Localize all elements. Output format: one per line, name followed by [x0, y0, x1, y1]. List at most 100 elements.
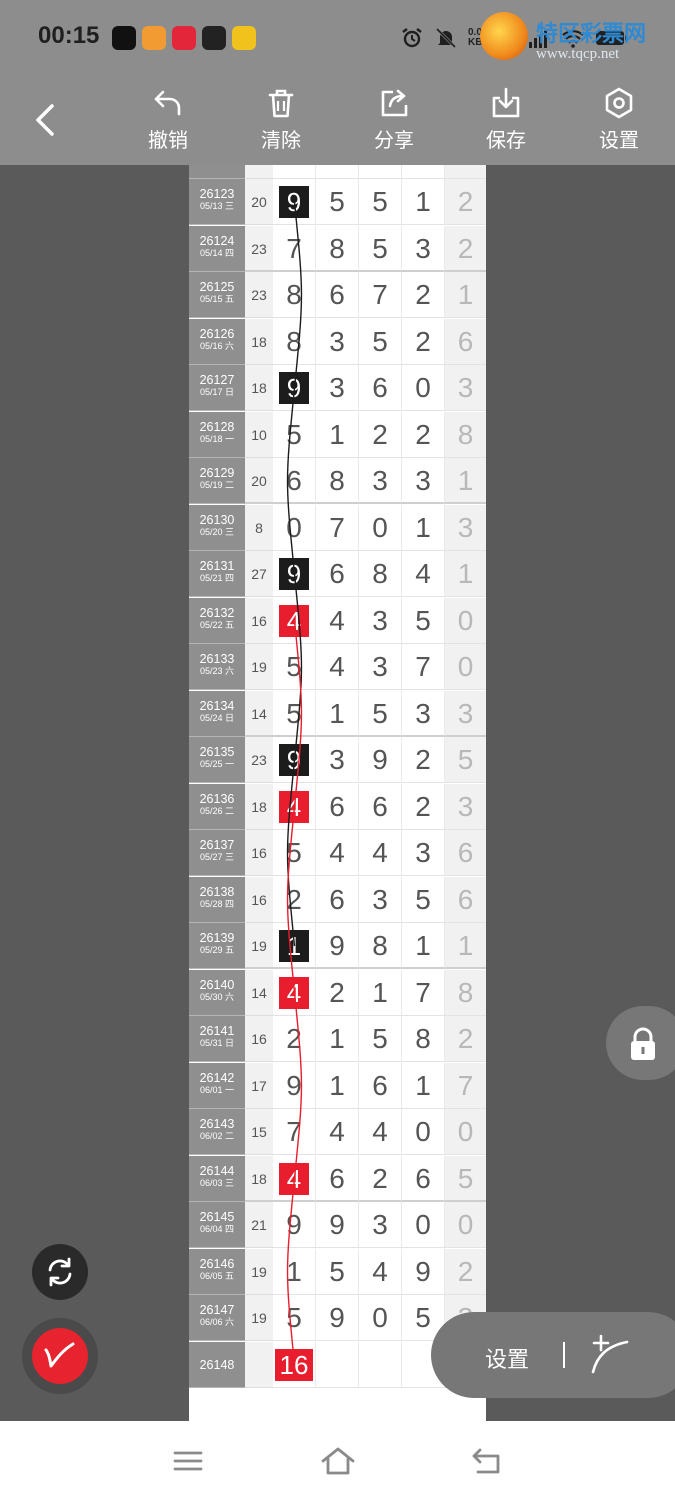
digit-cell[interactable]: 5 [273, 690, 316, 737]
digit-cell[interactable]: 4 [273, 597, 316, 644]
digit-cell[interactable]: 0 [402, 365, 445, 411]
digit-cell[interactable]: 4 [359, 1109, 402, 1155]
digit-cell[interactable]: 0 [402, 1202, 445, 1248]
digit-cell[interactable]: 3 [402, 690, 445, 737]
digit-cell[interactable]: 0 [273, 504, 316, 551]
share-button[interactable]: 分享 [354, 86, 434, 156]
marked-digit[interactable]: 9 [279, 744, 309, 776]
digit-cell[interactable] [359, 1341, 402, 1388]
digit-cell[interactable]: 5 [316, 179, 359, 225]
digit-cell[interactable]: 2 [316, 969, 359, 1016]
digit-cell[interactable]: 1 [273, 923, 316, 969]
digit-cell[interactable]: 9 [273, 365, 316, 411]
digit-cell[interactable]: 8 [316, 225, 359, 272]
digit-cell[interactable]: 3 [402, 458, 445, 504]
digit-cell[interactable]: 9 [316, 1202, 359, 1248]
draw-button[interactable] [22, 1318, 98, 1394]
digit-cell[interactable]: 9 [402, 1248, 445, 1295]
digit-cell[interactable]: 2 [359, 1155, 402, 1202]
marked-digit[interactable]: 9 [279, 558, 309, 590]
digit-cell[interactable]: 8 [273, 272, 316, 318]
digit-cell[interactable]: 5 [273, 830, 316, 876]
digit-cell[interactable]: 2 [273, 876, 316, 923]
digit-cell[interactable]: 6 [359, 365, 402, 411]
marked-digit[interactable]: 16 [275, 1348, 313, 1381]
digit-cell[interactable]: 2 [273, 1016, 316, 1062]
digit-cell[interactable]: 7 [402, 969, 445, 1016]
trend-chart[interactable]: 26123 05/13 三 20 9 5 5 1 2 26124 05/14 四 23 7 8 5 3 2 26… [189, 165, 486, 1421]
digit-cell[interactable]: 5 [359, 318, 402, 365]
digit-cell[interactable]: 5 [402, 876, 445, 923]
digit-cell[interactable]: 4 [316, 644, 359, 690]
marked-digit[interactable]: 9 [279, 186, 309, 218]
digit-cell[interactable]: 2 [402, 737, 445, 783]
digit-cell[interactable]: 1 [402, 1062, 445, 1109]
digit-cell[interactable]: 8 [273, 318, 316, 365]
digit-cell[interactable]: 4 [273, 783, 316, 830]
digit-cell[interactable]: 6 [316, 783, 359, 830]
digit-cell[interactable]: 4 [273, 1155, 316, 1202]
digit-cell[interactable]: 0 [359, 504, 402, 551]
digit-cell[interactable]: 9 [359, 737, 402, 783]
digit-cell[interactable]: 5 [402, 597, 445, 644]
digit-cell[interactable]: 8 [359, 923, 402, 969]
marked-digit[interactable]: 4 [279, 790, 309, 823]
digit-cell[interactable]: 3 [359, 644, 402, 690]
digit-cell[interactable]: 9 [273, 551, 316, 597]
digit-cell[interactable]: 5 [359, 690, 402, 737]
digit-cell[interactable]: 1 [402, 504, 445, 551]
digit-cell[interactable]: 2 [402, 272, 445, 318]
digit-cell[interactable]: 9 [273, 1202, 316, 1248]
marked-digit[interactable]: 4 [279, 1162, 309, 1195]
digit-cell[interactable]: 4 [359, 830, 402, 876]
digit-cell[interactable]: 9 [273, 1062, 316, 1109]
digit-cell[interactable]: 5 [359, 179, 402, 225]
digit-cell[interactable]: 1 [316, 1016, 359, 1062]
marked-digit[interactable]: 4 [279, 604, 309, 637]
digit-cell[interactable]: 5 [316, 1248, 359, 1295]
digit-cell[interactable]: 1 [402, 179, 445, 225]
digit-cell[interactable]: 4 [316, 830, 359, 876]
digit-cell[interactable]: 7 [273, 225, 316, 272]
digit-cell[interactable]: 1 [316, 1062, 359, 1109]
marked-digit[interactable]: 1 [279, 930, 309, 962]
digit-cell[interactable]: 7 [359, 272, 402, 318]
digit-cell[interactable]: 9 [273, 179, 316, 225]
marked-digit[interactable]: 4 [279, 976, 309, 1009]
lock-button[interactable] [606, 1006, 675, 1080]
digit-cell[interactable]: 3 [316, 737, 359, 783]
digit-cell[interactable]: 4 [359, 1248, 402, 1295]
rotate-button[interactable] [32, 1244, 88, 1300]
digit-cell[interactable]: 9 [316, 1295, 359, 1341]
digit-cell[interactable]: 2 [402, 411, 445, 458]
digit-cell[interactable]: 3 [359, 876, 402, 923]
digit-cell[interactable]: 1 [273, 1248, 316, 1295]
digit-cell[interactable]: 4 [402, 551, 445, 597]
digit-cell[interactable]: 1 [316, 690, 359, 737]
add-line-icon[interactable] [589, 1332, 633, 1376]
digit-cell[interactable]: 6 [273, 458, 316, 504]
digit-cell[interactable]: 6 [316, 272, 359, 318]
digit-cell[interactable]: 8 [316, 458, 359, 504]
digit-cell[interactable]: 3 [316, 365, 359, 411]
digit-cell[interactable]: 4 [316, 1109, 359, 1155]
digit-cell[interactable]: 7 [273, 1109, 316, 1155]
digit-cell[interactable]: 2 [359, 411, 402, 458]
back-button[interactable] [28, 100, 62, 140]
floating-settings-bar[interactable]: 设置 [431, 1312, 675, 1398]
marked-digit[interactable]: 9 [279, 372, 309, 404]
digit-cell[interactable]: 1 [402, 923, 445, 969]
digit-cell[interactable]: 6 [359, 783, 402, 830]
digit-cell[interactable]: 5 [359, 1016, 402, 1062]
digit-cell[interactable]: 0 [402, 1109, 445, 1155]
digit-cell[interactable]: 5 [273, 644, 316, 690]
digit-cell[interactable]: 2 [402, 783, 445, 830]
digit-cell[interactable]: 16 [273, 1341, 316, 1388]
digit-cell[interactable]: 6 [316, 876, 359, 923]
digit-cell[interactable]: 6 [316, 551, 359, 597]
digit-cell[interactable]: 3 [359, 458, 402, 504]
digit-cell[interactable]: 5 [359, 225, 402, 272]
digit-cell[interactable]: 2 [402, 318, 445, 365]
digit-cell[interactable]: 9 [273, 737, 316, 783]
digit-cell[interactable]: 6 [316, 1155, 359, 1202]
